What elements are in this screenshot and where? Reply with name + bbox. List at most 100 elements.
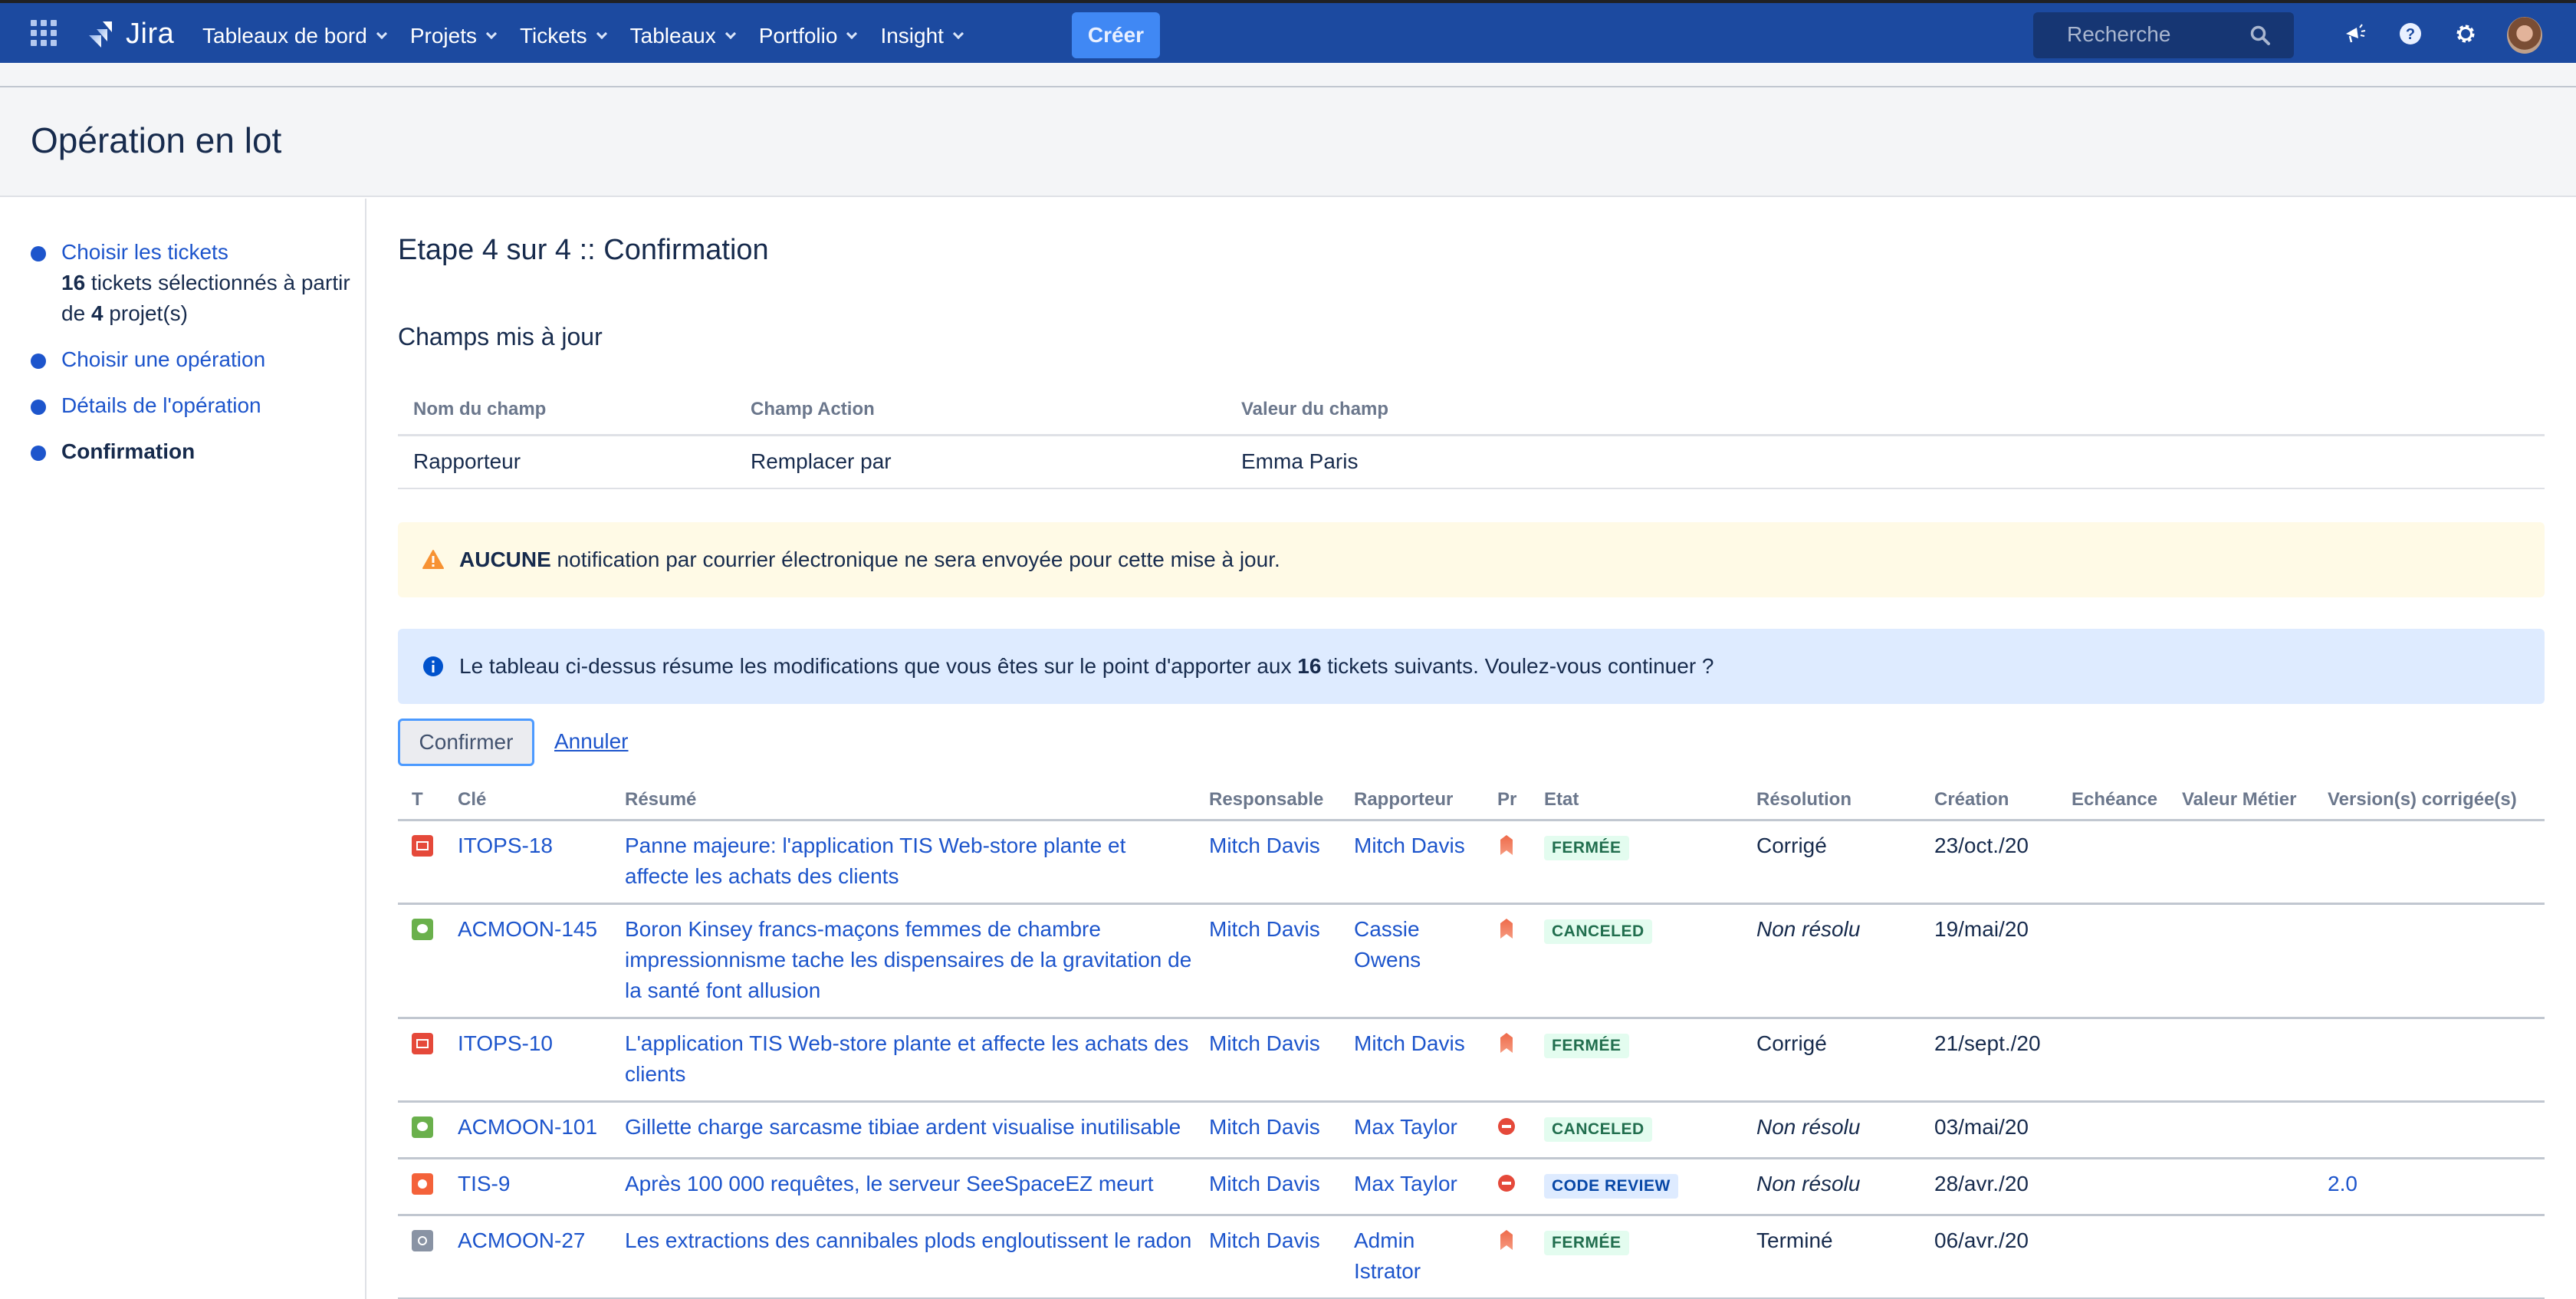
incident-type-icon xyxy=(412,834,433,857)
nav-menu-label: Portfolio xyxy=(758,24,838,48)
priority-high-icon xyxy=(1500,1229,1513,1250)
issue-summary-link[interactable]: Gillette charge sarcasme tibiae ardent v… xyxy=(625,1115,1181,1139)
nav-menu-insight[interactable]: Insight xyxy=(880,24,964,48)
notifications-button[interactable] xyxy=(2340,18,2371,49)
column-header-assignee[interactable]: Responsable xyxy=(1209,781,1354,821)
jira-logo[interactable]: Jira xyxy=(86,17,174,51)
assignee-link[interactable]: Mitch Davis xyxy=(1209,1172,1320,1195)
issue-business-value-cell xyxy=(2182,903,2328,1019)
issue-fix-versions-cell xyxy=(2328,820,2545,905)
column-header: Valeur du champ xyxy=(1226,386,2545,436)
issue-status-cell: CANCELED xyxy=(1544,1101,1756,1159)
step-choose-issues-link[interactable]: Choisir les tickets xyxy=(61,240,228,264)
search-input[interactable]: Recherche xyxy=(2033,12,2294,58)
column-header-type[interactable]: T xyxy=(398,781,458,821)
help-button[interactable]: ? xyxy=(2395,18,2426,49)
nav-menu: Tableaux de bord Projets Tickets Tableau… xyxy=(202,6,987,66)
assignee-link[interactable]: Mitch Davis xyxy=(1209,917,1320,941)
issue-key-link[interactable]: ITOPS-18 xyxy=(458,834,553,857)
incident-type-icon xyxy=(412,1032,433,1054)
issue-summary-cell: Les extractions des cannibales plods eng… xyxy=(625,1215,1209,1299)
nav-menu-dashboards[interactable]: Tableaux de bord xyxy=(202,24,387,48)
assignee-link[interactable]: Mitch Davis xyxy=(1209,1031,1320,1055)
issue-summary-cell: Boron Kinsey francs-maçons femmes de cha… xyxy=(625,903,1209,1019)
column-header-fix-versions[interactable]: Version(s) corrigée(s) xyxy=(2328,781,2545,821)
issue-key-link[interactable]: ACMOON-101 xyxy=(458,1115,597,1139)
issue-fix-versions-cell: 2.0 xyxy=(2328,1158,2545,1216)
warning-message: AUCUNE notification par courrier électro… xyxy=(398,522,2545,597)
step-bullet-icon xyxy=(31,246,46,261)
nav-menu-portfolio[interactable]: Portfolio xyxy=(758,24,858,48)
nav-menu-boards[interactable]: Tableaux xyxy=(629,24,736,48)
reporter-link[interactable]: Max Taylor xyxy=(1354,1115,1457,1139)
create-button[interactable]: Créer xyxy=(1072,12,1160,58)
step-confirmation-label: Confirmation xyxy=(61,439,196,463)
assignee-link[interactable]: Mitch Davis xyxy=(1209,834,1320,857)
issue-type-cell xyxy=(398,1158,458,1216)
issue-assignee-cell: Mitch Davis xyxy=(1209,1215,1354,1299)
column-header-status[interactable]: Etat xyxy=(1544,781,1756,821)
issue-assignee-cell: Mitch Davis xyxy=(1209,1158,1354,1216)
column-header-created[interactable]: Création xyxy=(1934,781,2072,821)
reporter-link[interactable]: Mitch Davis xyxy=(1354,1031,1465,1055)
issue-type-cell xyxy=(398,820,458,905)
column-header-reporter[interactable]: Rapporteur xyxy=(1354,781,1497,821)
issue-status-cell: CANCELED xyxy=(1544,903,1756,1019)
fix-version-link[interactable]: 2.0 xyxy=(2328,1172,2358,1195)
issue-key-link[interactable]: ACMOON-145 xyxy=(458,917,597,941)
table-row: ACMOON-145 Boron Kinsey francs-maçons fem… xyxy=(398,903,2545,1019)
assignee-link[interactable]: Mitch Davis xyxy=(1209,1228,1320,1252)
settings-button[interactable] xyxy=(2450,18,2481,49)
nav-menu-projects[interactable]: Projets xyxy=(410,24,498,48)
issue-summary-link[interactable]: Les extractions des cannibales plods eng… xyxy=(625,1228,1191,1252)
status-badge: CANCELED xyxy=(1544,919,1652,944)
issue-summary-link[interactable]: L'application TIS Web-store plante et af… xyxy=(625,1031,1188,1086)
table-row: ACMOON-27 Les extractions des cannibales … xyxy=(398,1215,2545,1299)
bulk-operation-steps-sidebar: Choisir les tickets 16 tickets sélection… xyxy=(0,199,366,1299)
status-badge: CANCELED xyxy=(1544,1116,1652,1142)
issue-fix-versions-cell xyxy=(2328,1101,2545,1159)
issue-type-cell xyxy=(398,1101,458,1159)
nav-menu-label: Tableaux xyxy=(629,24,716,48)
issue-summary-link[interactable]: Boron Kinsey francs-maçons femmes de cha… xyxy=(625,917,1191,1002)
issue-key-cell: ACMOON-27 xyxy=(458,1215,625,1299)
reporter-link[interactable]: Max Taylor xyxy=(1354,1172,1457,1195)
avatar[interactable] xyxy=(2507,17,2542,54)
reporter-link[interactable]: Cassie Owens xyxy=(1354,917,1421,972)
issue-business-value-cell xyxy=(2182,1101,2328,1159)
reporter-link[interactable]: Admin Istrator xyxy=(1354,1228,1421,1283)
column-header-due[interactable]: Echéance xyxy=(2072,781,2182,821)
cancel-link[interactable]: Annuler xyxy=(554,729,629,754)
issue-key-link[interactable]: TIS-9 xyxy=(458,1172,510,1195)
issue-key-cell: ACMOON-145 xyxy=(458,903,625,1019)
chevron-down-icon xyxy=(846,28,858,40)
reporter-link[interactable]: Mitch Davis xyxy=(1354,834,1465,857)
issue-due-cell xyxy=(2072,820,2182,905)
issue-key-link[interactable]: ACMOON-27 xyxy=(458,1228,585,1252)
issue-assignee-cell: Mitch Davis xyxy=(1209,820,1354,905)
column-header-summary[interactable]: Résumé xyxy=(625,781,1209,821)
column-header-business-value[interactable]: Valeur Métier xyxy=(2182,781,2328,821)
assignee-link[interactable]: Mitch Davis xyxy=(1209,1115,1320,1139)
nav-menu-issues[interactable]: Tickets xyxy=(520,24,607,48)
issue-type-cell xyxy=(398,1018,458,1103)
column-header-priority[interactable]: Pr xyxy=(1497,781,1544,821)
search-icon[interactable] xyxy=(2249,25,2271,46)
column-header-resolution[interactable]: Résolution xyxy=(1756,781,1934,821)
issue-status-cell: FERMÉE xyxy=(1544,1018,1756,1103)
step-operation-details-link[interactable]: Détails de l'opération xyxy=(61,393,261,417)
confirm-button[interactable]: Confirmer xyxy=(398,719,534,766)
issue-summary-link[interactable]: Panne majeure: l'application TIS Web-sto… xyxy=(625,834,1125,888)
megaphone-icon xyxy=(2346,24,2366,43)
step-operation-details: Détails de l'opération xyxy=(31,390,365,421)
svg-text:?: ? xyxy=(2406,26,2415,43)
issue-due-cell xyxy=(2072,1101,2182,1159)
table-row: ACMOON-101 Gillette charge sarcasme tibia… xyxy=(398,1101,2545,1159)
step-choose-operation-link[interactable]: Choisir une opération xyxy=(61,347,265,371)
issue-summary-link[interactable]: Après 100 000 requêtes, le serveur SeeSp… xyxy=(625,1172,1154,1195)
issue-resolution-cell: Non résolu xyxy=(1756,1158,1934,1216)
column-header-key[interactable]: Clé xyxy=(458,781,625,821)
issue-reporter-cell: Mitch Davis xyxy=(1354,820,1497,905)
apps-grid-icon[interactable] xyxy=(31,20,57,46)
issue-key-link[interactable]: ITOPS-10 xyxy=(458,1031,553,1055)
